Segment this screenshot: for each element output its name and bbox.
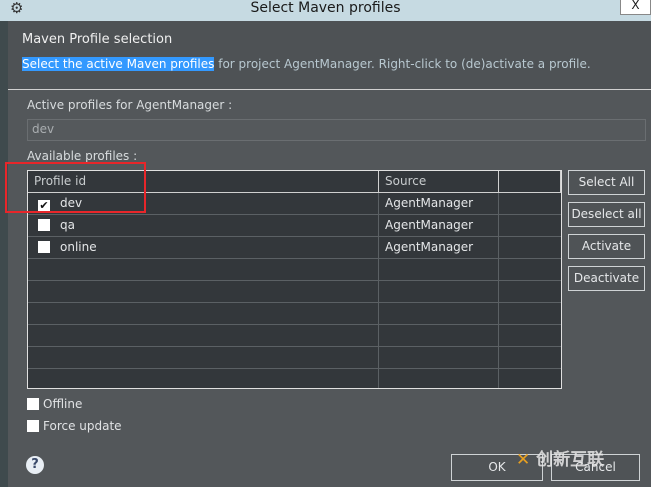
window-edge xyxy=(0,21,8,487)
cancel-button[interactable]: Cancel xyxy=(551,454,640,481)
force-update-option[interactable]: Force update xyxy=(27,419,122,433)
app-gear-icon: ⚙ xyxy=(10,0,24,17)
available-profiles-label: Available profiles : xyxy=(27,149,138,163)
deactivate-button[interactable]: Deactivate xyxy=(568,266,645,291)
selected-text: Select the active Maven profiles xyxy=(22,57,215,71)
empty-row xyxy=(28,325,561,347)
highlight-annotation xyxy=(5,162,146,213)
empty-row xyxy=(28,303,561,325)
title-bar: ⚙ Select Maven profiles X xyxy=(0,0,651,21)
offline-option[interactable]: Offline xyxy=(27,397,82,411)
profile-source: AgentManager xyxy=(379,237,499,259)
ok-button[interactable]: OK xyxy=(451,454,543,481)
offline-checkbox[interactable] xyxy=(27,398,39,410)
offline-label: Offline xyxy=(43,397,83,411)
profile-source: AgentManager xyxy=(379,193,499,215)
active-profiles-label: Active profiles for AgentManager : xyxy=(27,98,233,112)
profile-checkbox[interactable] xyxy=(38,219,50,231)
empty-row xyxy=(28,281,561,303)
force-update-label: Force update xyxy=(43,419,122,433)
table-row[interactable]: online AgentManager xyxy=(28,237,561,259)
column-source[interactable]: Source xyxy=(379,171,499,193)
dialog-header: Maven Profile selection Select the activ… xyxy=(8,21,651,90)
window-title: Select Maven profiles xyxy=(250,0,401,16)
empty-row xyxy=(28,259,561,281)
close-button[interactable]: X xyxy=(620,0,651,15)
empty-row xyxy=(28,369,561,388)
table-row[interactable]: qa AgentManager xyxy=(28,215,561,237)
profile-checkbox[interactable] xyxy=(38,241,50,253)
header-title: Maven Profile selection xyxy=(22,32,173,47)
activate-button[interactable]: Activate xyxy=(568,234,645,259)
profile-id: qa xyxy=(60,218,75,232)
active-profiles-field[interactable]: dev xyxy=(27,119,646,141)
deselect-all-button[interactable]: Deselect all xyxy=(568,202,645,227)
empty-row xyxy=(28,347,561,369)
help-icon[interactable]: ? xyxy=(26,456,44,474)
description-text: for project AgentManager. Right-click to… xyxy=(214,57,591,71)
force-update-checkbox[interactable] xyxy=(27,420,39,432)
column-empty xyxy=(499,171,561,193)
select-all-button[interactable]: Select All xyxy=(568,170,645,195)
header-description: Select the active Maven profiles for pro… xyxy=(22,57,591,71)
profile-source: AgentManager xyxy=(379,215,499,237)
profile-id: online xyxy=(60,240,97,254)
